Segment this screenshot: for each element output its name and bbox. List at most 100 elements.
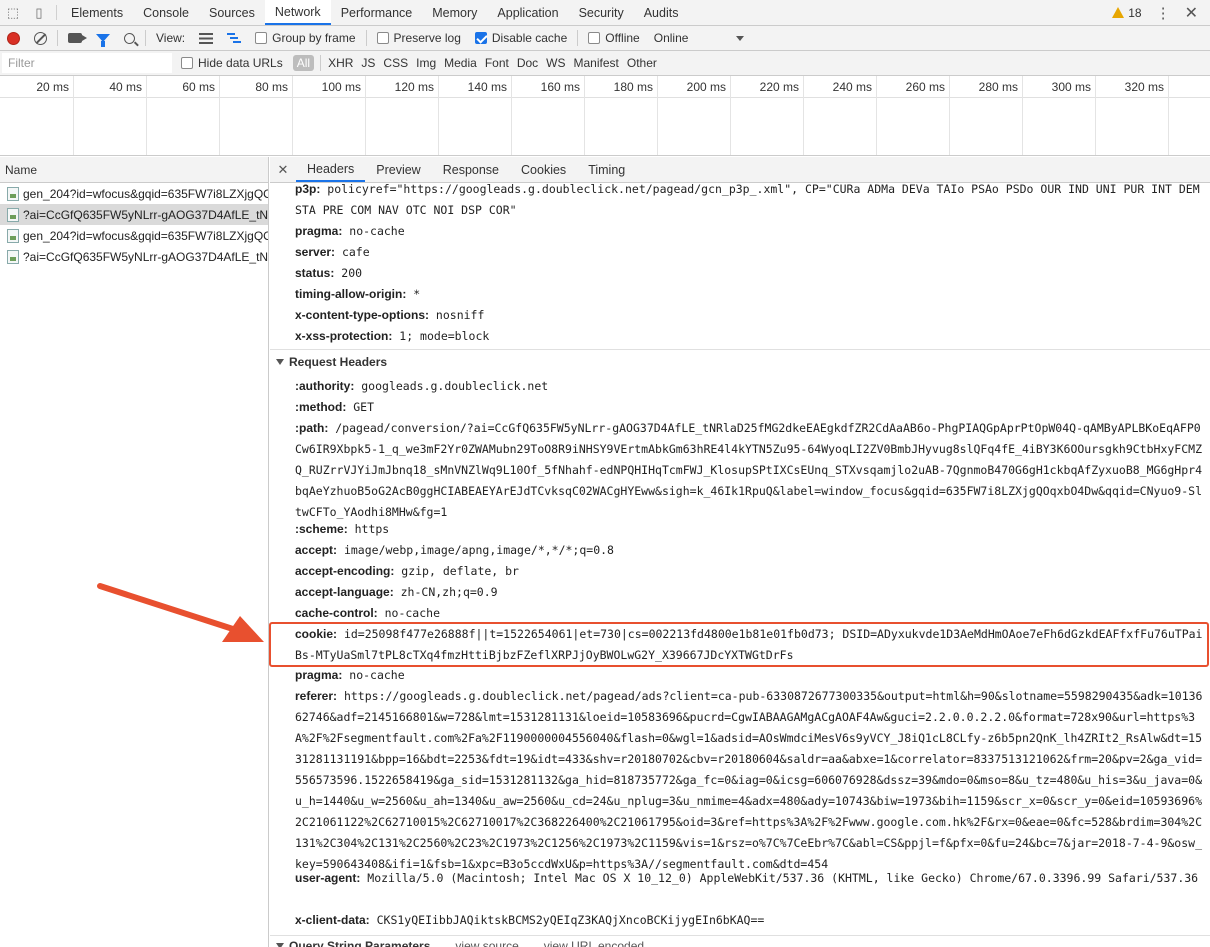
- query-string-section-toggle[interactable]: Query String Parameters view source view U…: [276, 939, 644, 947]
- filter-input[interactable]: [2, 53, 172, 73]
- filter-type-other[interactable]: Other: [623, 56, 661, 70]
- large-rows-button[interactable]: [192, 32, 220, 44]
- filter-type-all[interactable]: All: [292, 55, 315, 71]
- header-row: x-xss-protection: 1; mode=block: [295, 326, 1207, 347]
- filter-type-media[interactable]: Media: [440, 56, 481, 70]
- filter-type-font[interactable]: Font: [481, 56, 513, 70]
- filter-type-css[interactable]: CSS: [379, 56, 412, 70]
- header-row: accept-encoding: gzip, deflate, br: [295, 561, 1207, 582]
- triangle-down-icon: [276, 943, 284, 947]
- device-toolbar-icon[interactable]: ▯: [26, 0, 52, 25]
- request-row[interactable]: gen_204?id=wfocus&gqid=635FW7i8LZXjgQOqx…: [0, 183, 268, 204]
- timeline-tick-label: 300 ms: [1051, 80, 1091, 94]
- filter-type-ws[interactable]: WS: [542, 56, 569, 70]
- header-row: :path: /pagead/conversion/?ai=CcGfQ635FW…: [295, 418, 1207, 523]
- filter-toggle-button[interactable]: [89, 34, 117, 47]
- disable-cache-checkbox[interactable]: Disable cache: [468, 31, 574, 45]
- close-details-icon[interactable]: ✕: [270, 157, 296, 182]
- filter-type-xhr[interactable]: XHR: [324, 56, 357, 70]
- screenshot-button[interactable]: [61, 33, 89, 43]
- header-row: :authority: googleads.g.doubleclick.net: [295, 376, 1207, 397]
- tab-preview[interactable]: Preview: [365, 157, 431, 182]
- header-value: cafe: [335, 245, 370, 259]
- request-headers-section-toggle[interactable]: Request Headers: [276, 355, 387, 369]
- header-value: https://googleads.g.doubleclick.net/page…: [295, 689, 1203, 871]
- tab-cookies[interactable]: Cookies: [510, 157, 577, 182]
- tab-sources[interactable]: Sources: [199, 0, 265, 25]
- timeline-tick-label: 180 ms: [613, 80, 653, 94]
- filter-type-js[interactable]: JS: [357, 56, 379, 70]
- tab-network[interactable]: Network: [264, 0, 331, 25]
- tab-elements[interactable]: Elements: [61, 0, 133, 25]
- header-row: pragma: no-cache: [295, 665, 1207, 686]
- tab-headers[interactable]: Headers: [296, 157, 366, 182]
- tab-response[interactable]: Response: [432, 157, 510, 182]
- header-key: p3p:: [295, 183, 321, 196]
- preserve-log-checkbox[interactable]: Preserve log: [370, 31, 468, 45]
- tab-memory[interactable]: Memory: [422, 0, 487, 25]
- view-url-encoded-link[interactable]: view URL encoded: [544, 939, 644, 947]
- request-name: ?ai=CcGfQ635FW5yNLrr-gAOG37D4AfLE_tNRlaD…: [23, 249, 268, 264]
- timeline-tick-label: 160 ms: [540, 80, 580, 94]
- header-key: x-content-type-options:: [295, 308, 429, 322]
- header-value: policyref="https://googleads.g.doublecli…: [295, 183, 1207, 217]
- query-string-title: Query String Parameters: [289, 939, 431, 947]
- header-value: 1; mode=block: [392, 329, 490, 343]
- image-file-icon: [7, 249, 19, 264]
- warning-icon: [1112, 7, 1125, 18]
- timeline-tick-label: 120 ms: [394, 80, 434, 94]
- tab-performance[interactable]: Performance: [331, 0, 423, 25]
- divider: [270, 349, 1210, 350]
- triangle-down-icon: [276, 359, 284, 365]
- divider: [270, 935, 1210, 936]
- header-value: Mozilla/5.0 (Macintosh; Intel Mac OS X 1…: [360, 871, 1199, 885]
- request-row[interactable]: gen_204?id=wfocus&gqid=635FW7i8LZXjgQOqx…: [0, 225, 268, 246]
- warnings-badge[interactable]: 18: [1112, 6, 1142, 20]
- header-key: status:: [295, 266, 335, 280]
- offline-checkbox[interactable]: Offline: [581, 31, 646, 45]
- request-row-selected[interactable]: ?ai=CcGfQ635FW5yNLrr-gAOG37D4AfLE_tNRlaD…: [0, 204, 268, 225]
- tab-audits[interactable]: Audits: [634, 0, 689, 25]
- request-headers-title: Request Headers: [289, 355, 388, 369]
- timeline-overview[interactable]: 20 ms 40 ms 60 ms 80 ms 100 ms 120 ms 140 ms 16…: [0, 76, 1210, 156]
- group-by-frame-checkbox[interactable]: Group by frame: [248, 31, 362, 45]
- filter-type-img[interactable]: Img: [412, 56, 440, 70]
- header-key: :method:: [295, 400, 347, 414]
- header-value: id=25098f477e26888f||t=1522654061|et=730…: [295, 627, 1203, 662]
- timeline-tick-label: 40 ms: [109, 80, 142, 94]
- throttling-select[interactable]: Online: [647, 31, 752, 45]
- tab-console[interactable]: Console: [133, 0, 199, 25]
- more-options-icon[interactable]: ⋮: [1156, 4, 1171, 22]
- checkbox-checked-icon: [474, 32, 487, 44]
- view-source-link[interactable]: view source: [455, 939, 518, 947]
- devtools-tabbar: ⬚ ▯ Elements Console Sources Network Per…: [0, 0, 1210, 26]
- header-key: accept-language:: [295, 585, 394, 599]
- inspect-icon[interactable]: ⬚: [0, 0, 26, 25]
- clear-icon: [34, 31, 47, 45]
- divider: [56, 5, 57, 20]
- header-row: timing-allow-origin: *: [295, 284, 1207, 305]
- record-button[interactable]: [0, 31, 27, 45]
- waterfall-button[interactable]: [220, 32, 248, 44]
- header-row: user-agent: Mozilla/5.0 (Macintosh; Inte…: [295, 868, 1207, 889]
- request-row[interactable]: ?ai=CcGfQ635FW5yNLrr-gAOG37D4AfLE_tNRlaD…: [0, 246, 268, 267]
- filter-type-manifest[interactable]: Manifest: [570, 56, 623, 70]
- checkbox-icon: [376, 32, 389, 44]
- cookie-header-row: cookie: id=25098f477e26888f||t=152265406…: [295, 624, 1207, 666]
- search-button[interactable]: [117, 32, 142, 44]
- divider: [57, 30, 58, 46]
- throttling-value: Online: [653, 31, 689, 45]
- tab-timing[interactable]: Timing: [577, 157, 636, 182]
- filter-type-doc[interactable]: Doc: [513, 56, 542, 70]
- close-icon[interactable]: ✕: [1185, 3, 1198, 23]
- chevron-down-icon: [736, 35, 745, 41]
- header-key: cache-control:: [295, 606, 378, 620]
- header-key: pragma:: [295, 668, 343, 682]
- record-icon: [7, 31, 20, 45]
- clear-button[interactable]: [27, 31, 54, 45]
- hide-data-urls-checkbox[interactable]: Hide data URLs: [174, 56, 290, 70]
- tab-security[interactable]: Security: [569, 0, 634, 25]
- header-value: image/webp,image/apng,image/*,*/*;q=0.8: [337, 543, 614, 557]
- tab-application[interactable]: Application: [487, 0, 568, 25]
- name-column-header[interactable]: Name: [0, 157, 268, 183]
